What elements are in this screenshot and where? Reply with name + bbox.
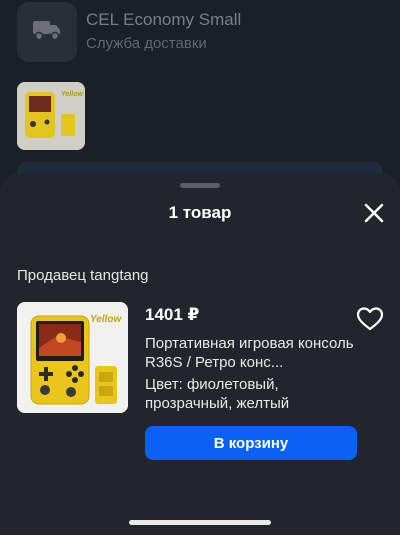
- favorite-button[interactable]: [356, 305, 384, 333]
- svg-text:Yellow: Yellow: [61, 91, 83, 98]
- seller-label[interactable]: Продавец tangtang: [17, 267, 149, 284]
- product-name[interactable]: Портативная игровая консоль R36S / Ретро…: [145, 334, 357, 372]
- home-indicator: [129, 520, 271, 525]
- product-color: Цвет: фиолетовый, прозрачный, желтый: [145, 376, 290, 412]
- cart-bottom-sheet: 1 товар Продавец tangtang Yellow 1401 ₽ …: [0, 174, 400, 535]
- truck-icon: [32, 18, 62, 47]
- sheet-grabber[interactable]: [180, 183, 220, 188]
- background-screen: CEL Economy Small Служба доставки Yellow: [0, 0, 400, 192]
- background-product-thumbnail: Yellow: [17, 82, 85, 150]
- heart-icon: [356, 307, 384, 337]
- delivery-icon-box: [17, 2, 77, 62]
- close-button[interactable]: [360, 201, 388, 229]
- delivery-title: CEL Economy Small: [86, 10, 242, 29]
- sheet-title: 1 товар: [168, 203, 232, 222]
- product-price: 1401 ₽: [145, 305, 200, 324]
- add-to-cart-button[interactable]: В корзину: [145, 426, 357, 460]
- close-icon: [364, 203, 384, 228]
- delivery-subtitle: Служба доставки: [86, 35, 207, 52]
- product-image[interactable]: Yellow: [17, 302, 128, 413]
- product-image-label: Yellow: [90, 314, 123, 325]
